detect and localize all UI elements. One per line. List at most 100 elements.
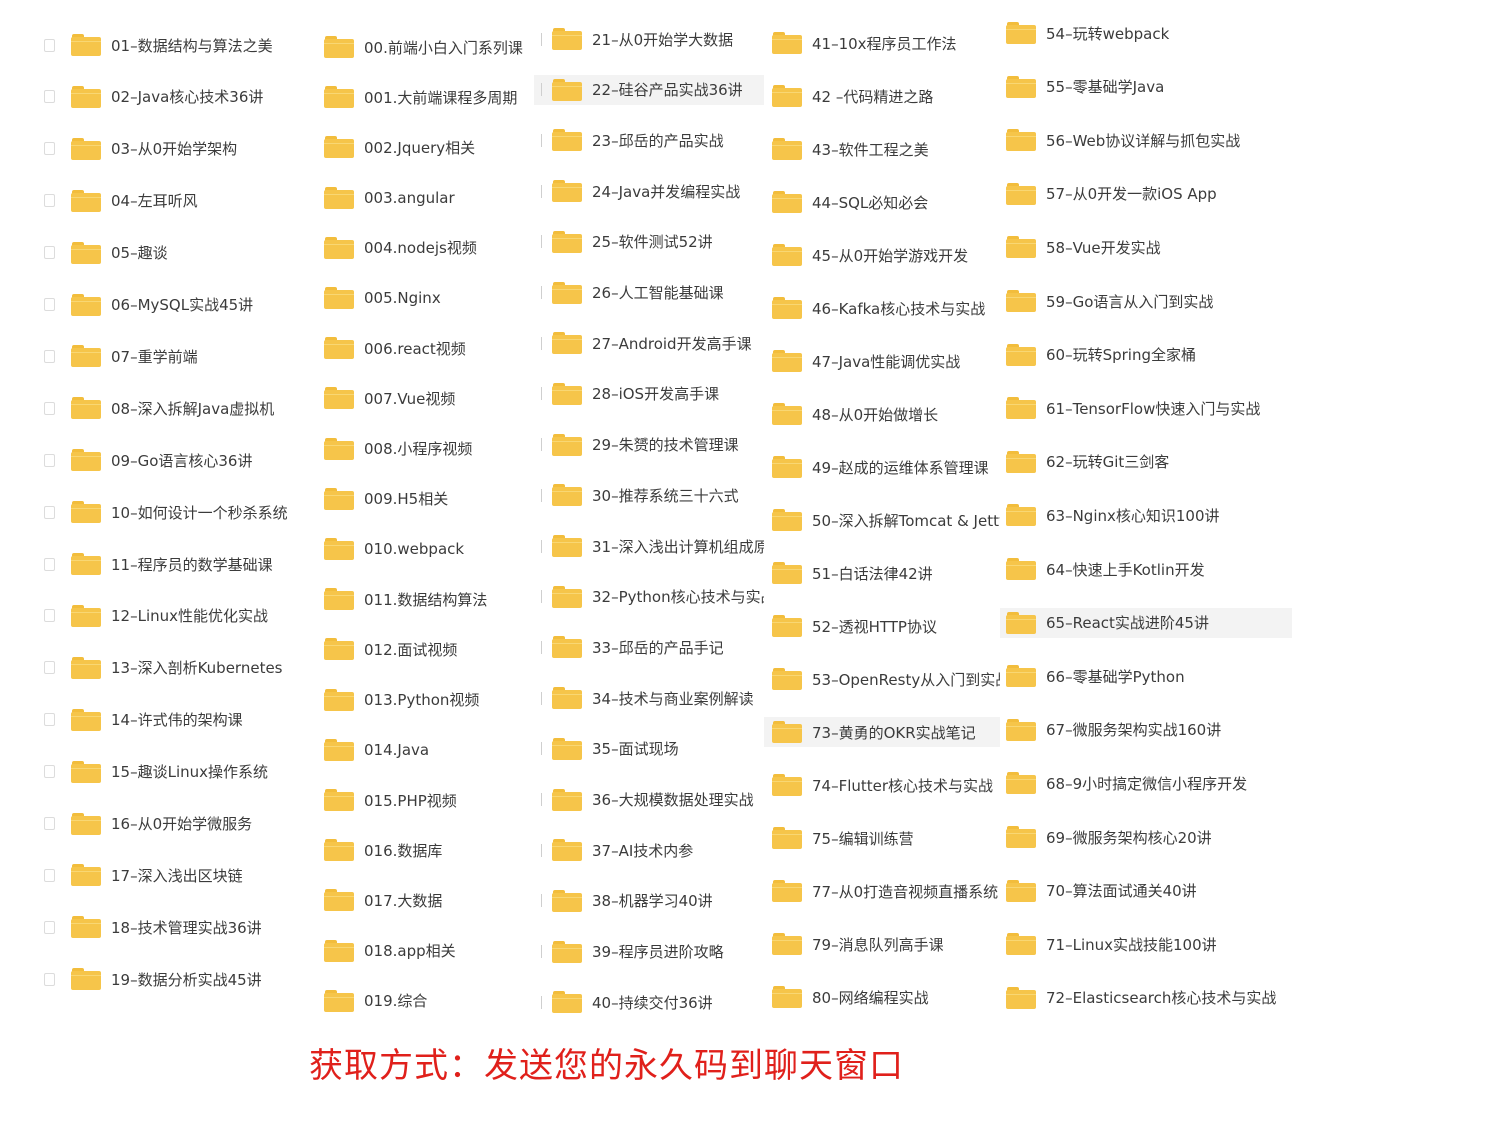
checkbox-icon[interactable] — [44, 713, 55, 727]
folder-row[interactable]: 31–深入浅出计算机组成原理 — [534, 531, 766, 561]
folder-row[interactable]: 14–许式伟的架构课 — [40, 705, 300, 735]
folder-row[interactable]: 09–Go语言核心36讲 — [40, 445, 300, 475]
checkbox-icon[interactable] — [44, 349, 55, 363]
folder-row[interactable]: 04–左耳听风 — [40, 186, 300, 216]
checkbox-icon[interactable] — [44, 401, 55, 415]
folder-row[interactable]: 50–深入拆解Tomcat & Jetty — [764, 505, 1000, 535]
folder-row[interactable]: 45–从0开始学游戏开发 — [764, 240, 1000, 270]
checkbox-icon[interactable] — [44, 505, 55, 519]
folder-row[interactable]: 60–玩转Spring全家桶 — [1000, 340, 1292, 370]
folder-row[interactable]: 37–AI技术内参 — [534, 835, 766, 865]
folder-row[interactable]: 62–玩转Git三剑客 — [1000, 447, 1292, 477]
folder-row[interactable]: 05–趣谈 — [40, 238, 300, 268]
folder-row[interactable]: 13–深入剖析Kubernetes — [40, 653, 300, 683]
folder-row[interactable]: 65–React实战进阶45讲 — [1000, 607, 1292, 638]
checkbox-icon[interactable] — [44, 920, 55, 934]
folder-row[interactable]: 002.Jquery相关 — [298, 132, 540, 162]
folder-row[interactable]: 57–从0开发一款iOS App — [1000, 179, 1292, 209]
folder-row[interactable]: 11–程序员的数学基础课 — [40, 549, 300, 579]
folder-row[interactable]: 010.webpack — [298, 534, 540, 564]
folder-row[interactable]: 69–微服务架构核心20讲 — [1000, 822, 1292, 852]
folder-row[interactable]: 03–从0开始学架构 — [40, 134, 300, 164]
checkbox-icon[interactable] — [44, 246, 55, 260]
folder-row[interactable]: 07–重学前端 — [40, 341, 300, 371]
folder-row[interactable]: 74–Flutter核心技术与实战 — [764, 770, 1000, 800]
checkbox-icon[interactable] — [44, 194, 55, 208]
folder-row[interactable]: 06–MySQL实战45讲 — [40, 290, 300, 320]
folder-row[interactable]: 10–如何设计一个秒杀系统 — [40, 497, 300, 527]
checkbox-icon[interactable] — [44, 972, 55, 986]
checkbox-icon[interactable] — [44, 298, 55, 311]
folder-row[interactable]: 39–程序员进阶攻略 — [534, 937, 766, 967]
folder-row[interactable]: 17–深入浅出区块链 — [40, 860, 300, 890]
folder-row[interactable]: 014.Java — [298, 735, 540, 765]
folder-row[interactable]: 68–9小时搞定微信小程序开发 — [1000, 768, 1292, 798]
folder-row[interactable]: 46–Kafka核心技术与实战 — [764, 293, 1000, 323]
folder-row[interactable]: 64–快速上手Kotlin开发 — [1000, 554, 1292, 584]
folder-row[interactable]: 58–Vue开发实战 — [1000, 232, 1292, 262]
folder-row[interactable]: 66–零基础学Python — [1000, 661, 1292, 691]
folder-row[interactable]: 011.数据结构算法 — [298, 584, 540, 614]
folder-row[interactable]: 52–透视HTTP协议 — [764, 611, 1000, 641]
folder-row[interactable]: 30–推荐系统三十六式 — [534, 480, 766, 510]
checkbox-icon[interactable] — [44, 817, 55, 830]
folder-row[interactable]: 008.小程序视频 — [298, 434, 540, 464]
checkbox-icon[interactable] — [44, 453, 55, 467]
folder-row[interactable]: 27–Android开发高手课 — [534, 328, 766, 358]
checkbox-icon[interactable] — [44, 661, 55, 675]
folder-row[interactable]: 00.前端小白入门系列课 — [298, 32, 540, 62]
folder-row[interactable]: 47–Java性能调优实战 — [764, 346, 1000, 376]
folder-row[interactable]: 70–算法面试通关40讲 — [1000, 876, 1292, 906]
folder-row[interactable]: 36–大规模数据处理实战 — [534, 785, 766, 815]
folder-row[interactable]: 01–数据结构与算法之美 — [40, 30, 300, 60]
folder-row[interactable]: 29–朱赟的技术管理课 — [534, 430, 766, 460]
folder-row[interactable]: 79–消息队列高手课 — [764, 929, 1000, 959]
folder-row[interactable]: 54–玩转webpack — [1000, 18, 1292, 48]
folder-row[interactable]: 012.面试视频 — [298, 634, 540, 664]
folder-row[interactable]: 34–技术与商业案例解读 — [534, 683, 766, 713]
folder-row[interactable]: 42 –代码精进之路 — [764, 81, 1000, 111]
folder-row[interactable]: 49–赵成的运维体系管理课 — [764, 452, 1000, 482]
folder-row[interactable]: 016.数据库 — [298, 835, 540, 865]
folder-row[interactable]: 61–TensorFlow快速入门与实战 — [1000, 393, 1292, 423]
folder-row[interactable]: 001.大前端课程多周期 — [298, 82, 540, 112]
folder-row[interactable]: 43–软件工程之美 — [764, 134, 1000, 164]
folder-row[interactable]: 006.react视频 — [298, 333, 540, 363]
folder-row[interactable]: 75–编辑训练营 — [764, 823, 1000, 853]
folder-row[interactable]: 26–人工智能基础课 — [534, 278, 766, 308]
folder-row[interactable]: 80–网络编程实战 — [764, 982, 1000, 1012]
folder-row[interactable]: 12–Linux性能优化实战 — [40, 601, 300, 631]
folder-row[interactable]: 15–趣谈Linux操作系统 — [40, 757, 300, 787]
folder-row[interactable]: 28–iOS开发高手课 — [534, 379, 766, 409]
folder-row[interactable]: 63–Nginx核心知识100讲 — [1000, 500, 1292, 530]
folder-row[interactable]: 007.Vue视频 — [298, 383, 540, 413]
folder-row[interactable]: 56–Web协议详解与抓包实战 — [1000, 125, 1292, 155]
folder-row[interactable]: 013.Python视频 — [298, 685, 540, 715]
folder-row[interactable]: 25–软件测试52讲 — [534, 227, 766, 257]
folder-row[interactable]: 003.angular — [298, 183, 540, 213]
checkbox-icon[interactable] — [44, 557, 55, 571]
checkbox-icon[interactable] — [44, 868, 55, 882]
folder-row[interactable]: 02–Java核心技术36讲 — [40, 82, 300, 112]
folder-row[interactable]: 55–零基础学Java — [1000, 72, 1292, 102]
folder-row[interactable]: 19–数据分析实战45讲 — [40, 964, 300, 994]
folder-row[interactable]: 40–持续交付36讲 — [534, 987, 766, 1017]
folder-row[interactable]: 08–深入拆解Java虚拟机 — [40, 393, 300, 423]
folder-row[interactable]: 21–从0开始学大数据 — [534, 24, 766, 54]
folder-row[interactable]: 18–技术管理实战36讲 — [40, 912, 300, 942]
checkbox-icon[interactable] — [44, 609, 55, 623]
folder-row[interactable]: 38–机器学习40讲 — [534, 886, 766, 916]
folder-row[interactable]: 67–微服务架构实战160讲 — [1000, 715, 1292, 745]
folder-row[interactable]: 41–10x程序员工作法 — [764, 28, 1000, 58]
folder-row[interactable]: 48–从0开始做增长 — [764, 399, 1000, 429]
folder-row[interactable]: 16–从0开始学微服务 — [40, 809, 300, 839]
folder-row[interactable]: 35–面试现场 — [534, 734, 766, 764]
checkbox-icon[interactable] — [44, 142, 55, 156]
folder-row[interactable]: 018.app相关 — [298, 936, 540, 966]
checkbox-icon[interactable] — [44, 765, 55, 779]
checkbox-icon[interactable] — [44, 90, 55, 104]
folder-row[interactable]: 73–黄勇的OKR实战笔记 — [764, 717, 1000, 747]
folder-row[interactable]: 019.综合 — [298, 986, 540, 1016]
folder-row[interactable]: 53–OpenResty从入门到实战 — [764, 664, 1000, 694]
folder-row[interactable]: 23–邱岳的产品实战 — [534, 125, 766, 155]
